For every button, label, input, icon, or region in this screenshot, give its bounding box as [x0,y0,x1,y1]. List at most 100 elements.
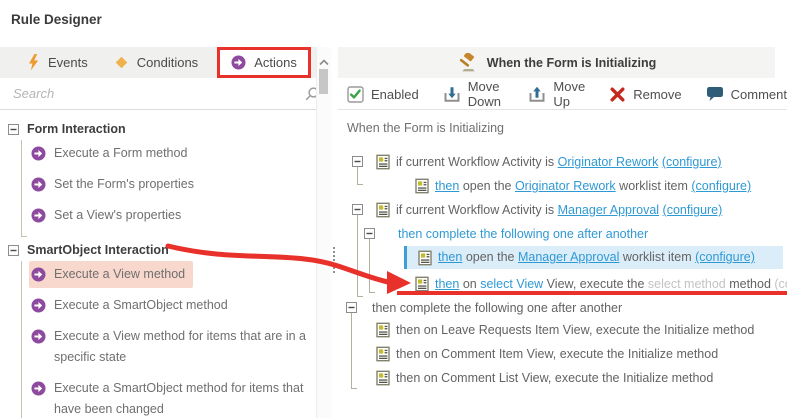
collapse-minus-icon[interactable] [346,302,357,313]
gavel-icon [457,53,477,72]
rule-link[interactable]: (configure) [691,179,751,193]
checkbox-checked-icon [347,86,364,103]
rule-tree-row[interactable]: then open the Manager Approval worklist … [404,246,783,269]
remove-button[interactable]: Remove [609,86,681,103]
rule-link[interactable]: (configure) [663,203,723,217]
collapse-minus-icon[interactable] [364,228,375,239]
circle-arrow-icon [31,267,46,282]
comment-button[interactable]: Comment [706,86,787,102]
rule-text-segment: then complete the following one after an… [372,301,622,315]
rule-tree-row[interactable]: then open the Originator Rework worklist… [338,176,787,196]
rule-text-segment: then on Comment List View, execute the I… [396,371,713,385]
rule-text: then complete the following one after an… [372,298,622,318]
rule-text-segment: method [726,277,775,291]
move-down-button[interactable]: Move Down [443,79,505,109]
toolbar-button-label: Remove [633,87,681,102]
scrollbar-thumb[interactable] [319,69,328,94]
rule-text: then open the Originator Rework worklist… [435,176,751,196]
rule-tree: When the Form is Initializing if current… [338,110,787,418]
rule-link[interactable]: Manager Approval [518,250,619,264]
move-up-button[interactable]: Move Up [528,79,585,109]
actions-panel: Events Conditions Actions Form Interaction… [0,47,331,418]
rule-link[interactable]: Manager Approval [558,203,659,217]
left-scrollbar[interactable] [316,47,331,418]
rule-link[interactable]: then [435,277,459,291]
circle-arrow-icon [31,298,46,313]
rule-doc-icon [376,346,390,362]
collapse-minus-icon[interactable] [8,124,19,135]
rule-link[interactable]: then [435,179,459,193]
rule-designer-window: Rule Designer EventsConditionsActions Fo… [0,0,787,418]
tab-label: Events [48,55,88,70]
group-header: Form Interaction [8,122,331,136]
action-item-label: Set the Form's properties [54,174,194,195]
action-item[interactable]: Execute a View method [29,261,331,288]
action-item[interactable]: Set a View's properties [29,202,331,229]
rule-text-segment: on [459,277,480,291]
circle-arrow-icon [31,146,46,161]
search-input[interactable] [11,85,304,102]
action-item[interactable]: Execute a SmartObject method [29,292,331,319]
rule-doc-icon [376,370,390,386]
tab-actions[interactable]: Actions [217,47,311,78]
actions-list: Form Interaction Execute a Form method Set… [0,110,331,418]
rule-tree-row[interactable]: then complete the following one after an… [338,224,787,244]
enabled-button[interactable]: Enabled [347,86,419,103]
search-row [0,78,331,110]
rule-doc-icon [415,276,429,292]
rule-text: then on Comment List View, execute the I… [396,368,713,388]
rule-link[interactable]: (configure) [695,250,755,264]
comment-bubble-icon [706,86,724,102]
action-item[interactable]: Execute a SmartObject method for items t… [29,375,331,418]
rule-link[interactable]: Originator Rework [515,179,616,193]
rule-doc-icon [418,250,432,266]
tab-label: Actions [254,55,297,70]
collapse-minus-icon[interactable] [352,156,363,167]
rule-tree-row[interactable]: then on Comment Item View, execute the I… [338,344,787,364]
collapse-minus-icon[interactable] [352,204,363,215]
lightning-icon [27,54,40,71]
rule-text-segment: select method [648,277,726,291]
circle-arrow-icon [31,381,46,396]
rule-doc-icon [376,202,390,218]
rule-link[interactable]: then [438,250,462,264]
panel-splitter-handle[interactable] [333,247,335,273]
rule-text-segment: View, execute the [543,277,648,291]
rule-tree-row[interactable]: if current Workflow Activity is Originat… [338,152,787,172]
remove-x-icon [609,86,626,103]
tab-events[interactable]: Events [20,47,95,78]
action-item[interactable]: Execute a Form method [29,140,331,167]
rule-doc-icon [376,322,390,338]
rule-text-segment: then on Comment Item View, execute the I… [396,347,718,361]
toolbar-button-label: Comment [731,87,787,102]
rule-link[interactable]: Originator Rework [558,155,659,169]
rule-text-segment: open the [462,250,518,264]
rule-tree-row[interactable]: then on Leave Requests Item View, execut… [338,320,787,340]
toolbar-button-label: Move Down [468,79,505,109]
action-item-label: Set a View's properties [54,205,181,226]
action-item-label: Execute a Form method [54,143,187,164]
diamond-icon [114,55,129,70]
circle-arrow-icon [31,329,46,344]
action-item[interactable]: Execute a View method for items that are… [29,323,331,371]
move-down-icon [443,86,461,103]
rule-header: When the Form is Initializing [338,47,775,78]
tab-conditions[interactable]: Conditions [107,47,205,78]
rule-tree-row[interactable]: if current Workflow Activity is Manager … [338,200,787,220]
toolbar-button-label: Enabled [371,87,419,102]
rule-tree-row[interactable]: then complete the following one after an… [338,298,787,318]
group-label: Form Interaction [27,122,126,136]
rule-title: When the Form is Initializing [487,56,656,70]
rule-doc-icon [376,154,390,170]
rule-doc-icon [415,178,429,194]
action-item[interactable]: Set the Form's properties [29,171,331,198]
group-header: SmartObject Interaction [8,243,331,257]
rule-text-segment: if current Workflow Activity is [396,155,558,169]
collapse-minus-icon[interactable] [8,245,19,256]
rule-link[interactable]: then complete the following one after an… [398,227,648,241]
rule-text-segment: worklist item [619,250,695,264]
tab-label: Conditions [137,55,198,70]
rule-link[interactable]: (configure) [662,155,722,169]
rule-tree-row[interactable]: then on Comment List View, execute the I… [338,368,787,388]
rule-link[interactable]: select View [480,277,543,292]
